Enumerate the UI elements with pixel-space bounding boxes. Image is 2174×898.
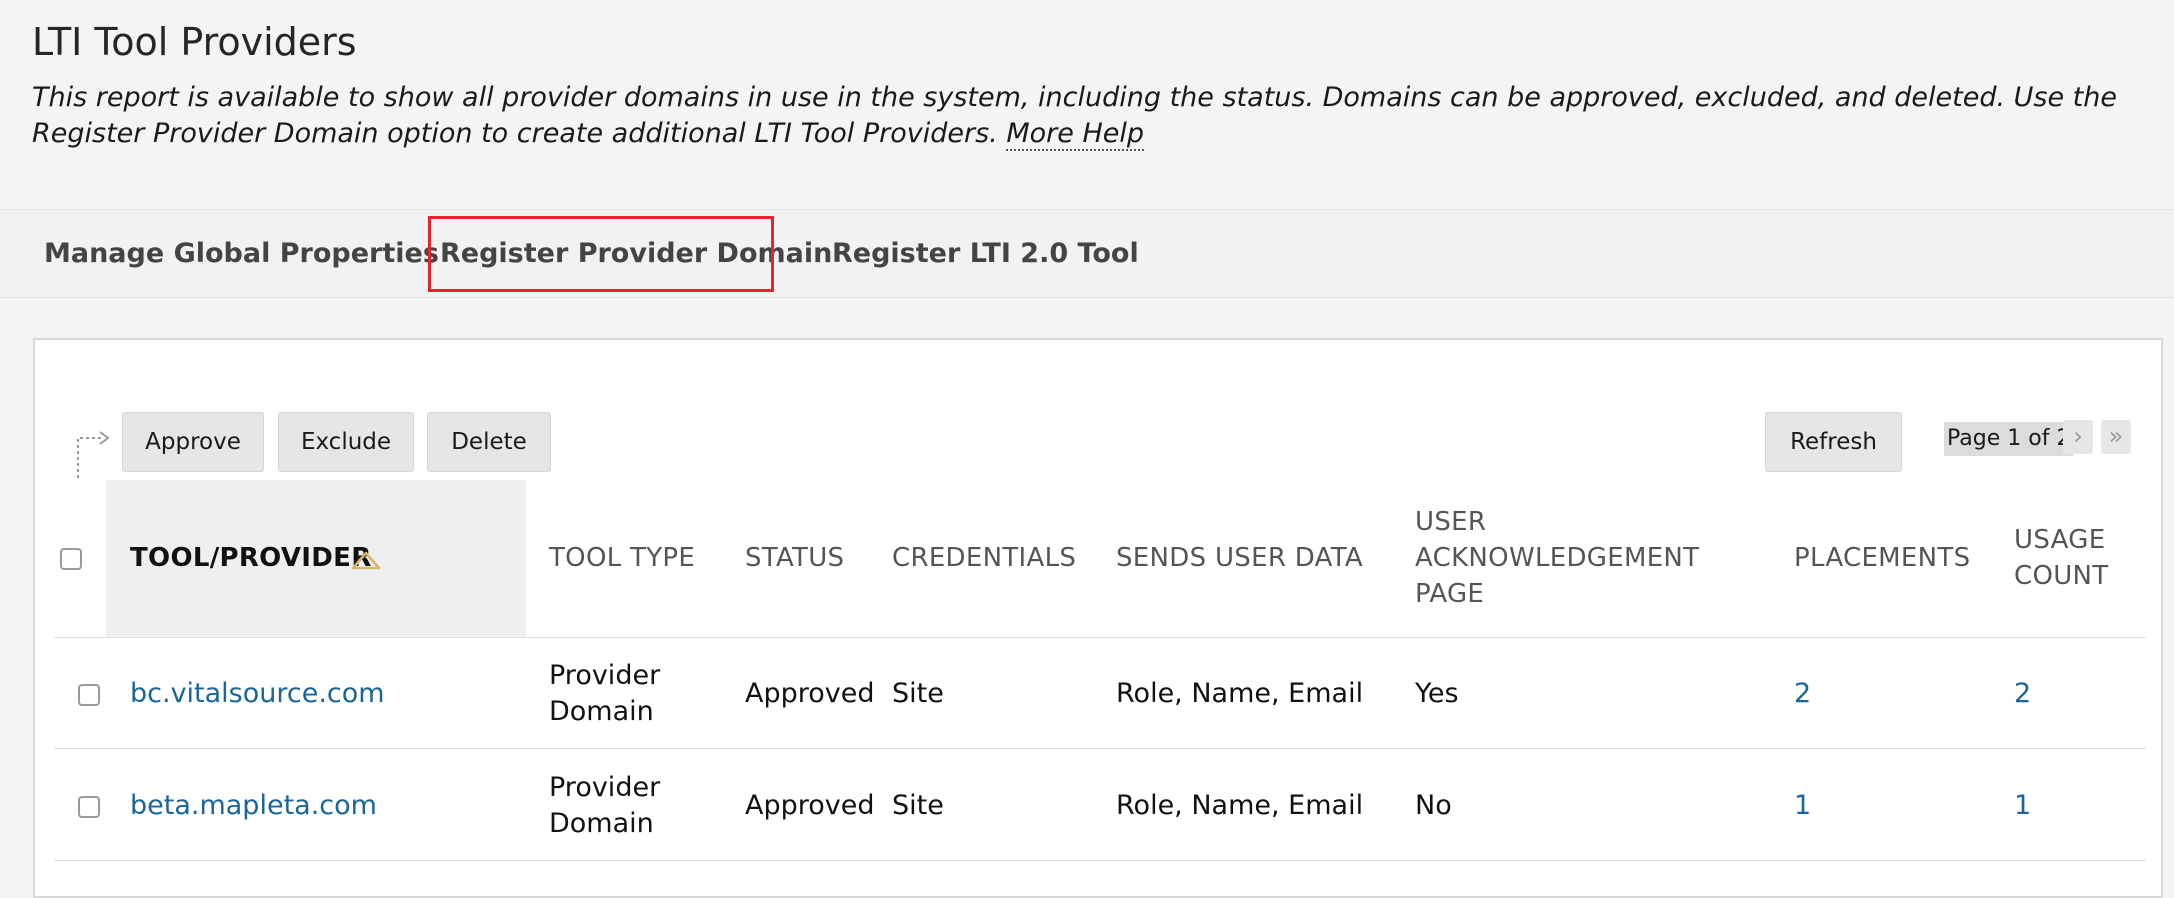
action-bar: Manage Global Properties Register Provid… bbox=[0, 209, 2174, 298]
placements-link[interactable]: 2 bbox=[1794, 676, 1811, 712]
sort-ascending-icon bbox=[351, 551, 381, 570]
column-header-credentials[interactable]: CREDENTIALS bbox=[892, 540, 1076, 576]
column-header-placements[interactable]: PLACEMENTS bbox=[1794, 540, 1970, 576]
provider-link[interactable]: beta.mapleta.com bbox=[130, 788, 377, 824]
ack-page-cell: No bbox=[1415, 790, 1452, 821]
page-description: This report is available to show all pro… bbox=[32, 80, 2152, 152]
header-line: USAGE bbox=[2014, 525, 2106, 555]
usage-count-link[interactable]: 2 bbox=[2014, 676, 2031, 712]
delete-button[interactable]: Delete bbox=[427, 412, 551, 472]
refresh-button[interactable]: Refresh bbox=[1765, 412, 1902, 472]
row-checkbox[interactable] bbox=[78, 684, 100, 706]
sends-user-data-cell: Role, Name, Email bbox=[1116, 790, 1364, 821]
credentials-cell: Site bbox=[892, 790, 944, 821]
column-header-tool-type[interactable]: TOOL TYPE bbox=[549, 540, 695, 576]
row-divider bbox=[54, 748, 2146, 749]
row-checkbox[interactable] bbox=[78, 796, 100, 818]
row-divider bbox=[54, 637, 2146, 638]
next-page-button[interactable]: › bbox=[2063, 420, 2093, 454]
usage-count-link[interactable]: 1 bbox=[2014, 788, 2031, 824]
tool-type-cell: Provider Domain bbox=[549, 770, 660, 842]
exclude-button[interactable]: Exclude bbox=[278, 412, 414, 472]
manage-global-properties-link[interactable]: Manage Global Properties bbox=[44, 210, 439, 297]
column-header-usage-count[interactable]: USAGE COUNT bbox=[2014, 522, 2108, 594]
double-chevron-right-icon: » bbox=[2108, 422, 2124, 450]
header-line: COUNT bbox=[2014, 561, 2109, 591]
register-lti-tool-link[interactable]: Register LTI 2.0 Tool bbox=[832, 210, 1139, 297]
status-cell: Approved bbox=[745, 790, 875, 821]
header-line: PAGE bbox=[1415, 579, 1485, 609]
column-header-tool-provider[interactable]: TOOL/PROVIDER bbox=[130, 540, 372, 576]
cell-line: Provider bbox=[549, 772, 661, 803]
more-help-link[interactable]: More Help bbox=[1006, 118, 1145, 151]
header-line: USER bbox=[1415, 507, 1487, 537]
header-line: ACKNOWLEDGEMENT bbox=[1415, 543, 1700, 573]
page-indicator: Page 1 of 2 bbox=[1944, 422, 2074, 456]
page-title: LTI Tool Providers bbox=[32, 20, 357, 64]
last-page-button[interactable]: » bbox=[2101, 420, 2131, 454]
tool-type-cell: Provider Domain bbox=[549, 658, 660, 730]
column-header-user-acknowledgement-page[interactable]: USER ACKNOWLEDGEMENT PAGE bbox=[1415, 504, 1699, 612]
approve-button[interactable]: Approve bbox=[122, 412, 264, 472]
cell-line: Provider bbox=[549, 660, 661, 691]
placements-link[interactable]: 1 bbox=[1794, 788, 1811, 824]
column-header-status[interactable]: STATUS bbox=[745, 540, 844, 576]
ack-page-cell: Yes bbox=[1415, 678, 1459, 709]
cell-line: Domain bbox=[549, 808, 654, 839]
row-divider bbox=[54, 860, 2146, 861]
cell-line: Domain bbox=[549, 696, 654, 727]
status-cell: Approved bbox=[745, 678, 875, 709]
provider-link[interactable]: bc.vitalsource.com bbox=[130, 676, 385, 712]
chevron-right-icon: › bbox=[2073, 422, 2083, 450]
credentials-cell: Site bbox=[892, 678, 944, 709]
highlight-box bbox=[428, 216, 774, 292]
select-arrow-icon bbox=[77, 431, 110, 478]
sends-user-data-cell: Role, Name, Email bbox=[1116, 678, 1364, 709]
select-all-checkbox[interactable] bbox=[60, 548, 82, 570]
page-header: LTI Tool Providers This report is availa… bbox=[0, 0, 2174, 209]
column-header-sends-user-data[interactable]: SENDS USER DATA bbox=[1116, 540, 1363, 576]
